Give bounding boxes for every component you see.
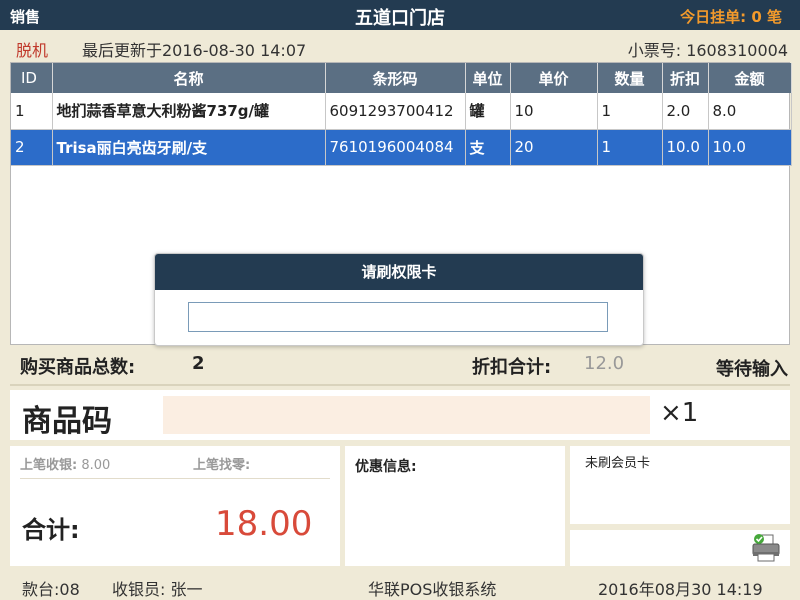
product-code-bar: 商品码 ×1 — [10, 390, 790, 440]
table-row[interactable]: 1 地扪蒜香草意大利粉酱737g/罐 6091293700412 罐 10 1 … — [11, 93, 792, 130]
col-header-id: ID — [11, 63, 53, 93]
today-pending-orders[interactable]: 今日挂单: 0 笔 — [680, 6, 782, 27]
cell-price: 10 — [510, 93, 598, 130]
offline-indicator: 脱机 — [16, 41, 49, 60]
cell-unit: 罐 — [465, 93, 511, 130]
item-count-label: 购买商品总数: — [20, 357, 136, 378]
col-header-barcode: 条形码 — [325, 63, 466, 93]
top-bar: 销售 五道口门店 今日挂单: 0 笔 — [0, 0, 800, 30]
cell-discount: 2.0 — [662, 93, 709, 130]
table-header-row: ID 名称 条形码 单位 单价 数量 折扣 金额 — [11, 63, 792, 93]
permission-card-dialog: 请刷权限卡 — [154, 253, 644, 346]
member-card-status: 未刷会员卡 — [585, 456, 651, 471]
printer-icon[interactable] — [750, 533, 782, 563]
permission-card-input[interactable] — [188, 302, 608, 332]
cell-amount: 10.0 — [708, 129, 792, 166]
quantity-multiplier: ×1 — [660, 398, 699, 428]
table-row-selected[interactable]: 2 Trisa丽白亮齿牙刷/支 7610196004084 支 20 1 10.… — [11, 129, 792, 166]
cell-name: Trisa丽白亮齿牙刷/支 — [52, 129, 326, 166]
last-payment-label: 上笔收银: — [20, 458, 78, 473]
item-count-value: 2 — [192, 353, 205, 374]
total-label: 合计: — [22, 516, 80, 544]
discount-total-value: 12.0 — [584, 353, 625, 374]
divider — [20, 478, 330, 479]
last-change: 上笔找零: — [193, 454, 250, 473]
current-datetime: 2016年08月30 14:19 — [598, 580, 763, 599]
cell-discount: 10.0 — [662, 129, 709, 166]
product-code-input[interactable] — [163, 396, 650, 434]
col-header-qty: 数量 — [597, 63, 663, 93]
payment-panel: 上笔收银: 8.00 上笔找零: 合计: 18.00 — [10, 446, 340, 566]
member-panel: 未刷会员卡 — [570, 446, 790, 524]
cashier-name: 收银员: 张一 — [112, 580, 203, 599]
cell-price: 20 — [510, 129, 598, 166]
last-updated-text: 最后更新于2016-08-30 14:07 — [82, 41, 307, 60]
system-name: 华联POS收银系统 — [368, 580, 497, 599]
dialog-title: 请刷权限卡 — [155, 254, 643, 290]
footer: 款台:08 收银员: 张一 华联POS收银系统 2016年08月30 14:19 — [0, 572, 800, 600]
col-header-unit: 单位 — [465, 63, 511, 93]
cell-unit: 支 — [465, 129, 511, 166]
status-row: 脱机 最后更新于2016-08-30 14:07 小票号: 1608310004 — [0, 32, 800, 62]
promo-panel: 优惠信息: — [345, 446, 565, 566]
last-payment: 上笔收银: 8.00 — [20, 454, 110, 473]
col-header-amount: 金额 — [708, 63, 792, 93]
product-code-label: 商品码 — [22, 404, 112, 439]
discount-total-label: 折扣合计: — [472, 357, 552, 378]
col-header-name: 名称 — [52, 63, 326, 93]
last-payment-value: 8.00 — [81, 458, 111, 473]
total-value: 18.00 — [215, 504, 313, 544]
cell-id: 2 — [11, 129, 53, 166]
cell-qty: 1 — [597, 93, 663, 130]
cell-barcode: 6091293700412 — [325, 93, 466, 130]
terminal-number: 款台:08 — [22, 580, 80, 599]
cell-id: 1 — [11, 93, 53, 130]
col-header-price: 单价 — [510, 63, 598, 93]
cell-qty: 1 — [597, 129, 663, 166]
cell-amount: 8.0 — [708, 93, 792, 130]
input-status: 等待输入 — [716, 359, 788, 380]
promo-label: 优惠信息: — [355, 459, 417, 475]
divider — [10, 384, 790, 386]
cell-name: 地扪蒜香草意大利粉酱737g/罐 — [52, 93, 326, 130]
receipt-number: 小票号: 1608310004 — [627, 41, 788, 60]
col-header-discount: 折扣 — [662, 63, 709, 93]
cell-barcode: 7610196004084 — [325, 129, 466, 166]
last-change-label: 上笔找零: — [193, 458, 251, 473]
summary-row: 购买商品总数: 2 折扣合计: 12.0 等待输入 — [0, 350, 800, 382]
printer-panel — [570, 530, 790, 566]
